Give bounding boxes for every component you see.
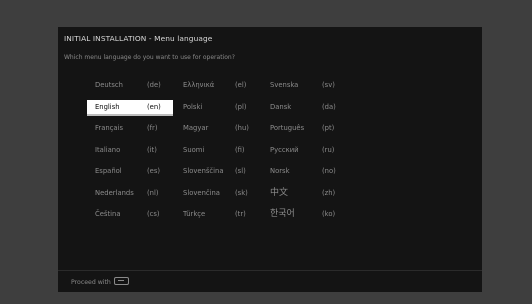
language-name: Nederlands [95,188,134,197]
proceed-label: Proceed with [71,279,111,286]
language-grid: Deutsch (de) English (en) Français (fr) Italia… [87,78,357,228]
language-name: 中文 [270,187,289,198]
language-name: Español [95,167,122,175]
language-option[interactable]: Slovenčina (sk) [175,186,261,200]
language-option[interactable]: Čeština (cs) [87,207,173,221]
ok-key-icon [113,277,129,285]
language-code: (nl) [147,188,159,197]
language-option[interactable]: Italiano (it) [87,143,173,157]
language-code: (ru) [322,145,335,154]
language-code: (en) [147,102,161,111]
language-code: (cs) [147,210,160,218]
language-code: (sl) [235,167,246,175]
language-name: Slovenščina [183,167,224,175]
language-name: Deutsch [95,81,123,89]
language-option[interactable]: Türkçe (tr) [175,207,261,221]
language-option[interactable]: Ελληνικά (el) [175,78,261,92]
language-option[interactable]: Français (fr) [87,121,173,135]
language-name: Norsk [270,167,290,175]
language-name: Dansk [270,102,292,111]
language-name: Svenska [270,81,299,89]
language-code: (pl) [235,102,247,111]
installation-screen: INITIAL INSTALLATION - Menu language Whi… [58,27,482,292]
language-name: Italiano [95,145,121,154]
language-code: (fr) [147,124,158,132]
language-code: (de) [147,81,161,89]
language-question: Which menu language do you want to use f… [64,54,235,61]
language-code: (fi) [235,145,245,154]
language-option[interactable]: Slovenščina (sl) [175,164,261,178]
language-name: Português [270,124,305,132]
language-option[interactable]: Русский (ru) [262,143,348,157]
language-code: (ko) [322,210,336,218]
language-option[interactable]: Nederlands (nl) [87,186,173,200]
language-option[interactable]: Suomi (fi) [175,143,261,157]
language-option[interactable]: Português (pt) [262,121,348,135]
language-code: (da) [322,102,336,111]
language-code: (it) [147,145,157,154]
language-name: Slovenčina [183,188,220,197]
language-code: (tr) [235,210,246,218]
language-option[interactable]: 한국어 (ko) [262,207,348,221]
language-option[interactable]: Norsk (no) [262,164,348,178]
language-code: (zh) [322,188,336,197]
language-name: Français [95,124,124,132]
language-name: Русский [270,145,299,154]
page-title: INITIAL INSTALLATION - Menu language [64,34,213,43]
language-name: Čeština [95,210,121,218]
language-code: (sk) [235,188,248,197]
language-option[interactable]: Svenska (sv) [262,78,348,92]
language-option[interactable]: English (en) [87,99,173,116]
language-name: Suomi [183,145,205,154]
footer-divider [58,270,482,271]
language-option[interactable]: Magyar (hu) [175,121,261,135]
language-name: 한국어 [270,209,295,219]
language-code: (es) [147,167,161,175]
language-code: (sv) [322,81,335,89]
language-name: Magyar [183,124,209,132]
language-code: (el) [235,81,247,89]
footer-hint: Proceed with [71,277,129,286]
language-name: Polski [183,102,203,111]
language-name: English [95,102,120,111]
language-code: (pt) [322,124,335,132]
language-option[interactable]: Español (es) [87,164,173,178]
language-code: (hu) [235,124,249,132]
language-option[interactable]: Deutsch (de) [87,78,173,92]
language-option[interactable]: Polski (pl) [175,100,261,114]
language-code: (no) [322,167,336,175]
language-option[interactable]: 中文 (zh) [262,186,348,200]
language-name: Ελληνικά [183,81,215,89]
language-option[interactable]: Dansk (da) [262,100,348,114]
language-name: Türkçe [183,210,206,218]
